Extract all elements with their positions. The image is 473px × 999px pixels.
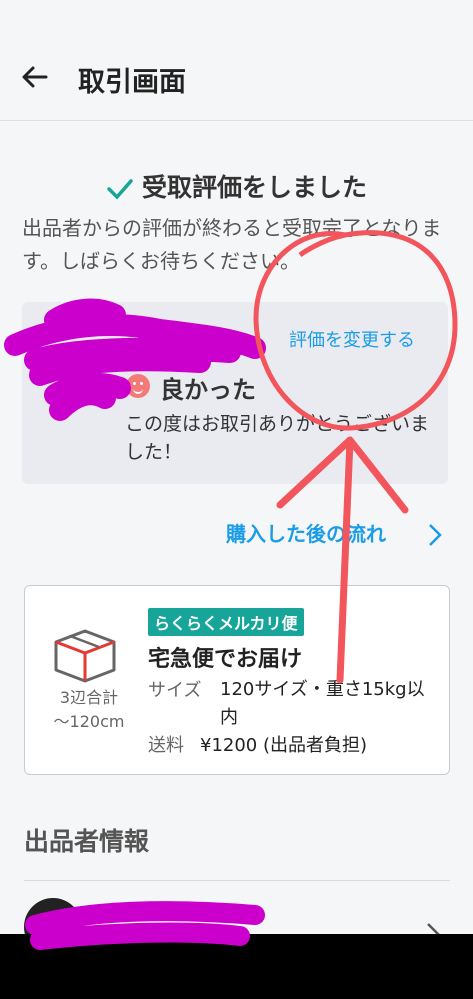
- box-caption-line-1: 3辺合計: [59, 688, 119, 707]
- evaluation-label: 目: [206, 328, 226, 350]
- evaluation-comment: この度はお取引ありがとうございました！: [125, 413, 430, 463]
- app-header: 取引画面: [0, 0, 473, 121]
- fee-value: ¥1200 (出品者負担): [200, 735, 368, 756]
- section-divider: [24, 880, 450, 881]
- box-caption-line-2: 〜120cm: [53, 712, 125, 731]
- size-label: サイズ: [148, 680, 202, 701]
- size-value: 120サイズ・重さ15kg以内: [220, 679, 425, 728]
- box-size-caption: 3辺合計 〜120cm: [44, 686, 134, 734]
- seller-section-title: 出品者情報: [24, 827, 150, 856]
- system-nav-bar: [0, 934, 473, 999]
- arrow-left-icon[interactable]: [20, 62, 50, 92]
- smile-icon: [126, 374, 150, 398]
- status-headline: 受取評価をしました: [0, 168, 473, 204]
- shipping-title: 宅急便でお届け: [148, 647, 303, 672]
- purchase-flow-link[interactable]: 購入した後の流れ: [226, 518, 386, 547]
- rating-text: 良かった: [160, 376, 256, 404]
- package-box-icon: [54, 629, 116, 683]
- fee-label: 送料: [148, 735, 184, 756]
- page-title: 取引画面: [78, 67, 186, 98]
- check-icon: [107, 179, 133, 200]
- change-evaluation-link[interactable]: 評価を変更する: [289, 326, 415, 352]
- status-headline-text: 受取評価をしました: [141, 173, 367, 202]
- shipping-badge: らくらくメルカリ便: [148, 608, 304, 636]
- chevron-right-icon[interactable]: [427, 522, 443, 548]
- status-description: 出品者からの評価が終わると受取完了となります。しばらくお待ちください。: [22, 216, 442, 273]
